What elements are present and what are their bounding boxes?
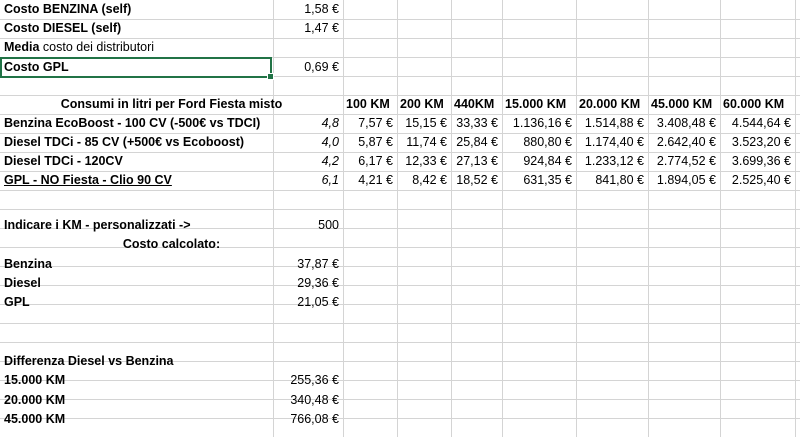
km-header-cell[interactable]: 15.000 KM (505, 95, 566, 114)
price-value-cell[interactable]: 1,47 € (273, 19, 343, 38)
cost-cell[interactable]: 2.774,52 € (648, 152, 720, 171)
km-header-cell[interactable]: 200 KM (400, 95, 444, 114)
custom-km-input-cell[interactable]: 500 (273, 216, 343, 235)
cost-cell[interactable]: 5,87 € (343, 133, 397, 152)
km-header-cell[interactable]: 20.000 KM (579, 95, 640, 114)
cost-cell[interactable]: 4,21 € (343, 171, 397, 190)
calc-value-cell[interactable]: 29,36 € (273, 274, 343, 293)
cost-cell[interactable]: 3.523,20 € (720, 133, 795, 152)
calc-row: Diesel 29,36 € (0, 274, 800, 293)
consumption-cell[interactable]: 6,1 (273, 171, 343, 190)
car-name-cell[interactable]: Diesel TDCi - 85 CV (+500€ vs Ecoboost) (4, 133, 244, 152)
price-label-cell[interactable]: Costo DIESEL (self) (4, 19, 121, 38)
gpl-value-cell[interactable]: 0,69 € (273, 58, 343, 77)
cost-cell[interactable]: 880,80 € (502, 133, 576, 152)
diff-value-cell[interactable]: 766,08 € (273, 410, 343, 429)
calc-label-cell[interactable]: Diesel (4, 274, 41, 293)
media-bold-text: Media (4, 40, 40, 54)
table-row: Benzina EcoBoost - 100 CV (-500€ vs TDCI… (0, 114, 800, 133)
car-name-cell[interactable]: Diesel TDCi - 120CV (4, 152, 123, 171)
custom-km-label-cell[interactable]: Indicare i KM - personalizzati -> (4, 216, 191, 235)
calc-row: Benzina 37,87 € (0, 255, 800, 274)
diff-value-cell[interactable]: 340,48 € (273, 391, 343, 410)
calc-title-row: Costo calcolato: (0, 235, 800, 254)
cost-cell[interactable]: 25,84 € (451, 133, 502, 152)
diff-row: 45.000 KM 766,08 € (0, 410, 800, 429)
cost-cell[interactable]: 4.544,64 € (720, 114, 795, 133)
cost-cell[interactable]: 2.525,40 € (720, 171, 795, 190)
cost-cell[interactable]: 3.699,36 € (720, 152, 795, 171)
table-header-row: Consumi in litri per Ford Fiesta misto 1… (0, 95, 800, 114)
cost-cell[interactable]: 1.514,88 € (576, 114, 648, 133)
cost-cell[interactable]: 2.642,40 € (648, 133, 720, 152)
price-label-cell[interactable]: Costo BENZINA (self) (4, 0, 131, 19)
cost-cell[interactable]: 18,52 € (451, 171, 502, 190)
table-title-cell[interactable]: Consumi in litri per Ford Fiesta misto (0, 95, 343, 114)
cost-cell[interactable]: 12,33 € (397, 152, 451, 171)
diff-label-cell[interactable]: 20.000 KM (4, 391, 65, 410)
calc-label-cell[interactable]: GPL (4, 293, 30, 312)
cost-cell[interactable]: 3.408,48 € (648, 114, 720, 133)
cost-cell[interactable]: 6,17 € (343, 152, 397, 171)
table-row: Diesel TDCi - 85 CV (+500€ vs Ecoboost) … (0, 133, 800, 152)
calc-label-cell[interactable]: Benzina (4, 255, 52, 274)
car-name-cell[interactable]: GPL - NO Fiesta - Clio 90 CV (4, 171, 172, 190)
diff-title-row: Differenza Diesel vs Benzina (0, 352, 800, 371)
diff-row: 20.000 KM 340,48 € (0, 391, 800, 410)
price-row-diesel: Costo DIESEL (self) 1,47 € (0, 19, 800, 38)
cost-cell[interactable]: 7,57 € (343, 114, 397, 133)
cost-cell[interactable]: 631,35 € (502, 171, 576, 190)
calc-value-cell[interactable]: 37,87 € (273, 255, 343, 274)
price-value-cell[interactable]: 1,58 € (273, 0, 343, 19)
cost-cell[interactable]: 8,42 € (397, 171, 451, 190)
cost-cell[interactable]: 1.136,16 € (502, 114, 576, 133)
table-row: GPL - NO Fiesta - Clio 90 CV 6,1 4,21 € … (0, 171, 800, 190)
diff-title-cell[interactable]: Differenza Diesel vs Benzina (4, 352, 174, 371)
cost-cell[interactable]: 1.894,05 € (648, 171, 720, 190)
cost-cell[interactable]: 11,74 € (397, 133, 451, 152)
diff-value-cell[interactable]: 255,36 € (273, 371, 343, 390)
km-header-cell[interactable]: 45.000 KM (651, 95, 712, 114)
table-row: Diesel TDCi - 120CV 4,2 6,17 € 12,33 € 2… (0, 152, 800, 171)
km-header-cell[interactable]: 440KM (454, 95, 494, 114)
media-rest-text: costo dei distributori (39, 40, 155, 54)
cost-cell[interactable]: 15,15 € (397, 114, 451, 133)
price-row-benzina: Costo BENZINA (self) 1,58 € (0, 0, 800, 19)
calc-value-cell[interactable]: 21,05 € (273, 293, 343, 312)
fill-handle[interactable] (267, 73, 274, 80)
custom-km-row: Indicare i KM - personalizzati -> 500 (0, 216, 800, 235)
km-header-cell[interactable]: 100 KM (346, 95, 390, 114)
spreadsheet-grid[interactable]: Costo BENZINA (self) 1,58 € Costo DIESEL… (0, 0, 800, 437)
consumption-cell[interactable]: 4,0 (273, 133, 343, 152)
km-header-cell[interactable]: 60.000 KM (723, 95, 784, 114)
diff-row: 15.000 KM 255,36 € (0, 371, 800, 390)
consumption-cell[interactable]: 4,8 (273, 114, 343, 133)
diff-label-cell[interactable]: 15.000 KM (4, 371, 65, 390)
calc-title-cell[interactable]: Costo calcolato: (0, 235, 343, 254)
cost-cell[interactable]: 841,80 € (576, 171, 648, 190)
cost-cell[interactable]: 924,84 € (502, 152, 576, 171)
calc-row: GPL 21,05 € (0, 293, 800, 312)
car-name-cell[interactable]: Benzina EcoBoost - 100 CV (-500€ vs TDCI… (4, 114, 260, 133)
media-note-row: Media costo dei distributori (0, 38, 800, 57)
cost-cell[interactable]: 27,13 € (451, 152, 502, 171)
cost-cell[interactable]: 1.233,12 € (576, 152, 648, 171)
diff-label-cell[interactable]: 45.000 KM (4, 410, 65, 429)
consumption-cell[interactable]: 4,2 (273, 152, 343, 171)
active-cell-selection[interactable] (0, 57, 274, 80)
cost-cell[interactable]: 1.174,40 € (576, 133, 648, 152)
cost-cell[interactable]: 33,33 € (451, 114, 502, 133)
media-note-cell[interactable]: Media costo dei distributori (4, 38, 154, 57)
